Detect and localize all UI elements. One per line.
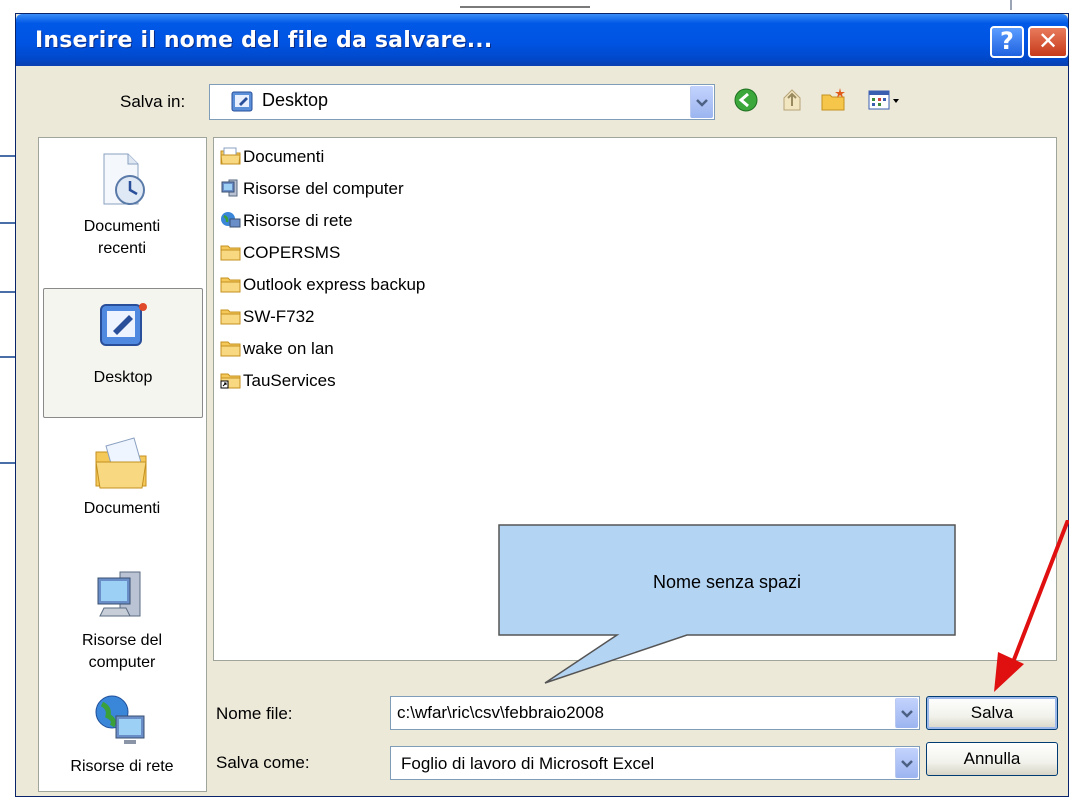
place-label: Desktop: [93, 369, 153, 386]
file-name-input[interactable]: c:\wfar\ric\csv\febbraio2008: [397, 703, 604, 723]
folder-shortcut-icon: [220, 373, 241, 389]
close-button[interactable]: ✕: [1028, 26, 1068, 58]
new-folder-icon[interactable]: [820, 86, 848, 114]
chevron-down-icon[interactable]: [690, 86, 713, 118]
documents-folder-icon: [220, 147, 241, 165]
place-label: Risorse del: [81, 632, 163, 649]
place-network[interactable]: Risorse di rete: [43, 688, 201, 788]
place-documents[interactable]: Documenti: [43, 428, 201, 538]
list-item[interactable]: COPERSMS: [220, 243, 340, 265]
cancel-button[interactable]: Annulla: [926, 742, 1058, 776]
background-line: [0, 291, 16, 293]
background-line: [0, 222, 16, 224]
help-button[interactable]: ?: [990, 26, 1024, 58]
look-in-value: Desktop: [262, 90, 329, 110]
place-label: computer: [88, 654, 156, 671]
places-bar: Documenti recenti Desktop Documenti Riso…: [38, 137, 207, 792]
place-recent-documents[interactable]: Documenti recenti: [43, 146, 201, 274]
list-item[interactable]: TauServices: [220, 371, 336, 393]
look-in-combo[interactable]: Desktop: [209, 84, 715, 120]
place-label: recenti: [97, 240, 147, 257]
file-name: Risorse di rete: [243, 211, 353, 230]
desktop-icon: [100, 303, 147, 346]
callout-bubble: [498, 524, 956, 684]
callout-text: Nome senza spazi: [652, 572, 802, 592]
background-line: [0, 155, 16, 157]
place-desktop[interactable]: Desktop: [43, 288, 203, 418]
file-name: SW-F732: [243, 307, 315, 326]
list-item[interactable]: Risorse di rete: [220, 211, 353, 233]
back-icon[interactable]: [732, 86, 760, 114]
views-menu-icon[interactable]: [866, 86, 906, 114]
look-in-label: Salva in:: [120, 92, 186, 111]
list-item[interactable]: Risorse del computer: [220, 179, 404, 201]
folder-icon: [220, 277, 241, 293]
chevron-down-icon[interactable]: [895, 748, 918, 778]
folder-icon: [220, 245, 241, 261]
background-toolbar-fragment: [460, 0, 590, 8]
place-label: Documenti: [83, 500, 161, 517]
list-item[interactable]: Documenti: [220, 147, 324, 169]
file-name: Risorse del computer: [243, 179, 404, 198]
save-as-label: Salva come:: [216, 753, 310, 772]
computer-icon: [221, 179, 238, 197]
file-name: Documenti: [243, 147, 325, 166]
documents-icon: [95, 437, 147, 489]
dialog-title: Inserire il nome del file da salvare...: [35, 28, 493, 53]
file-name: TauServices: [243, 371, 336, 390]
place-my-computer[interactable]: Risorse del computer: [43, 558, 201, 678]
save-as-type-value: Foglio di lavoro di Microsoft Excel: [401, 754, 655, 773]
my-computer-icon: [97, 571, 141, 617]
list-item[interactable]: Outlook express backup: [220, 275, 425, 297]
folder-icon: [220, 309, 241, 325]
background-line: [0, 462, 16, 464]
file-name-label: Nome file:: [216, 704, 293, 723]
dialog-title-bar[interactable]: Inserire il nome del file da salvare... …: [16, 14, 1068, 66]
save-as-type-combo[interactable]: Foglio di lavoro di Microsoft Excel: [390, 746, 920, 780]
network-icon: [221, 212, 241, 228]
background-divider: [1010, 0, 1012, 10]
file-name: wake on lan: [243, 339, 334, 358]
file-name: Outlook express backup: [243, 275, 426, 294]
list-item[interactable]: wake on lan: [220, 339, 334, 361]
network-icon: [95, 695, 145, 744]
place-label: Documenti: [83, 218, 161, 235]
folder-icon: [220, 341, 241, 357]
list-item[interactable]: SW-F732: [220, 307, 315, 329]
recent-documents-icon: [103, 153, 145, 205]
up-folder-icon[interactable]: [778, 86, 806, 114]
desktop-small-icon: [231, 91, 253, 112]
red-arrow-annotation: [994, 520, 1069, 692]
place-label: Risorse di rete: [70, 758, 174, 775]
background-line: [0, 356, 16, 358]
file-name: COPERSMS: [243, 243, 341, 262]
